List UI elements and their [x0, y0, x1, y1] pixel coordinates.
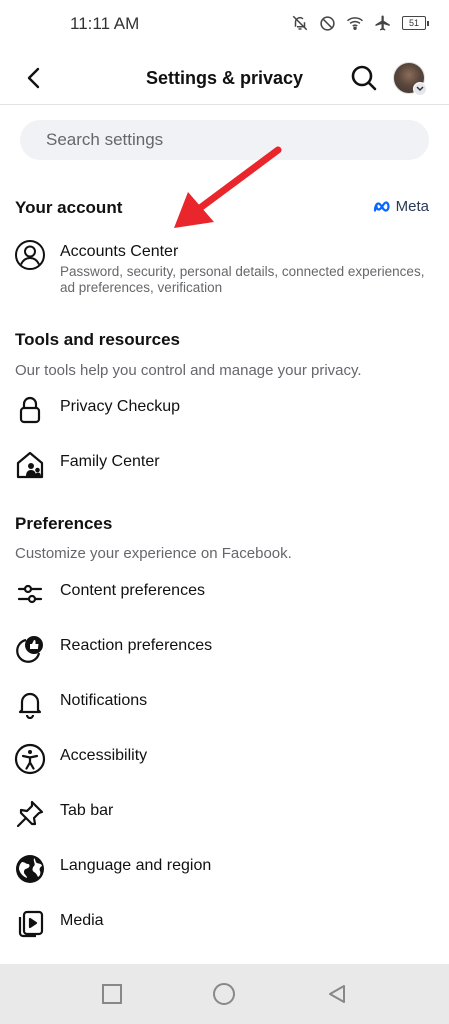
status-time: 11:11 AM [70, 14, 140, 33]
status-icons: 51 [291, 14, 429, 32]
tools-subtitle: Our tools help you control and manage yo… [15, 362, 362, 379]
recent-apps-icon [102, 984, 122, 1004]
search-button[interactable] [346, 60, 382, 96]
accounts-center-description: Password, security, personal details, co… [60, 264, 425, 295]
notifications-label: Notifications [60, 692, 148, 709]
pin-icon [14, 798, 46, 830]
preferences-subtitle: Customize your experience on Facebook. [15, 545, 292, 562]
preferences-heading: Preferences [15, 514, 113, 533]
back-triangle-icon [329, 985, 345, 1003]
chevron-down-icon [413, 82, 427, 96]
meta-logo: Meta [373, 198, 429, 215]
family-center-label: Family Center [60, 453, 160, 470]
bell-icon [14, 688, 46, 720]
search-icon [351, 65, 377, 91]
meta-brand-text: Meta [395, 198, 429, 215]
reaction-preferences-label: Reaction preferences [60, 637, 213, 654]
system-back-button[interactable] [323, 980, 351, 1008]
media-play-icon [14, 908, 46, 940]
silent-bell-icon [292, 15, 308, 31]
home-button[interactable] [210, 980, 238, 1008]
meta-infinity-icon [373, 200, 390, 212]
family-center-row[interactable]: Family Center [0, 438, 449, 488]
account-circle-icon [14, 239, 46, 271]
do-not-disturb-icon [320, 15, 335, 31]
airplane-icon [375, 15, 390, 31]
language-region-label: Language and region [60, 857, 212, 874]
accessibility-label: Accessibility [60, 747, 148, 764]
notifications-row[interactable]: Notifications [0, 677, 449, 727]
content-preferences-label: Content preferences [60, 582, 205, 599]
globe-icon [14, 853, 46, 885]
home-icon [213, 983, 235, 1005]
tools-heading: Tools and resources [15, 330, 181, 349]
media-label: Media [60, 912, 104, 929]
content-preferences-row[interactable]: Content preferences [0, 567, 449, 617]
annotation-arrow-icon [174, 146, 282, 228]
battery-icon: 51 [402, 16, 429, 30]
system-nav-bar [0, 964, 449, 1024]
accessibility-icon [14, 743, 46, 775]
battery-level: 51 [402, 16, 426, 30]
accounts-center-label: Accounts Center [60, 243, 179, 260]
language-region-row[interactable]: Language and region [0, 842, 449, 892]
header-divider [0, 104, 449, 105]
privacy-checkup-row[interactable]: Privacy Checkup [0, 383, 449, 433]
family-house-icon [14, 449, 46, 481]
profile-avatar-button[interactable] [393, 62, 427, 96]
lock-icon [14, 394, 46, 426]
recent-apps-button[interactable] [98, 980, 126, 1008]
tab-bar-row[interactable]: Tab bar [0, 787, 449, 837]
accessibility-row[interactable]: Accessibility [0, 732, 449, 782]
reaction-preferences-row[interactable]: Reaction preferences [0, 622, 449, 672]
your-account-heading: Your account [15, 198, 123, 217]
wifi-icon [347, 17, 363, 30]
media-row[interactable]: Media [0, 897, 449, 947]
tab-bar-label: Tab bar [60, 802, 114, 819]
sliders-icon [14, 578, 46, 610]
reaction-like-icon [14, 633, 46, 665]
privacy-checkup-label: Privacy Checkup [60, 398, 181, 415]
